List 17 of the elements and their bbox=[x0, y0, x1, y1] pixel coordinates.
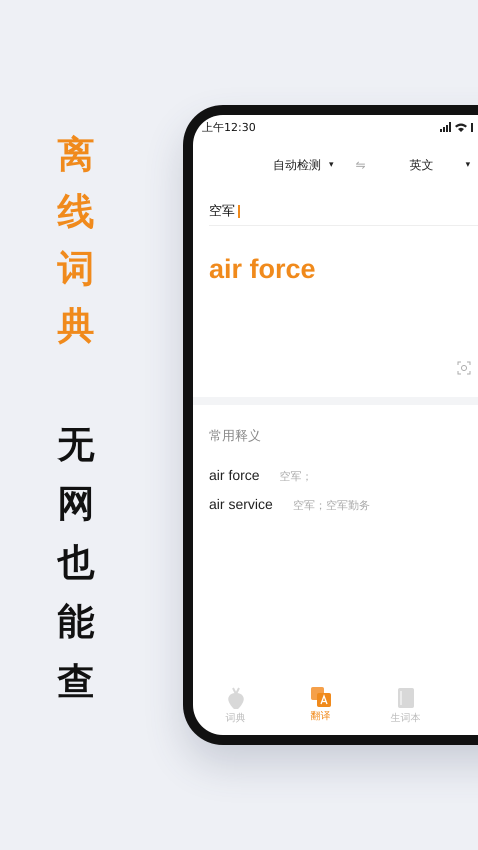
notebook-icon bbox=[396, 687, 414, 709]
term-text: air force bbox=[209, 467, 260, 483]
slogan-tagline: 无网也能查 bbox=[58, 422, 94, 705]
target-language-dropdown[interactable]: 英文 bbox=[410, 156, 434, 174]
translate-icon bbox=[310, 687, 330, 707]
meaning-text: 空军；空军勤务 bbox=[292, 498, 370, 513]
status-time: 上午12:30 bbox=[202, 120, 256, 134]
section-title: 常用释义 bbox=[209, 428, 262, 445]
slogan-title: 离线词典 bbox=[58, 132, 94, 349]
caret-icon[interactable]: ▾ bbox=[466, 160, 470, 170]
meaning-text: 空军； bbox=[280, 469, 313, 484]
input-field[interactable]: 空军 bbox=[209, 197, 478, 226]
scan-icon[interactable] bbox=[457, 361, 471, 375]
translation-text: air force bbox=[209, 254, 317, 285]
source-language-dropdown[interactable]: 自动检测 ▾ bbox=[273, 156, 334, 174]
radish-icon bbox=[226, 687, 244, 709]
term-text: air service bbox=[209, 496, 273, 512]
